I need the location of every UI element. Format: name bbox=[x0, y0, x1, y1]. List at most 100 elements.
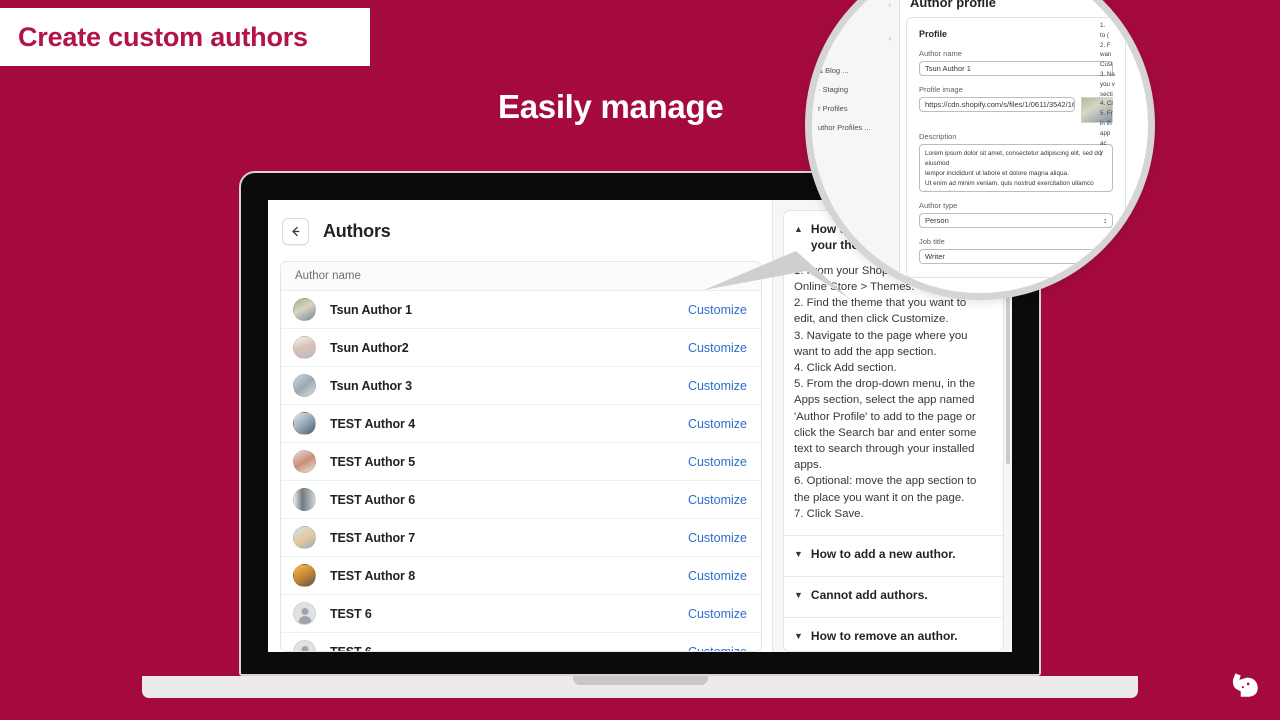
step-fragment: y bbox=[1100, 149, 1104, 157]
chevron-down-icon: ▼ bbox=[794, 548, 803, 559]
table-row[interactable]: Tsun Author2 Customize bbox=[281, 329, 761, 367]
table-row[interactable]: Tsun Author 3 Customize bbox=[281, 367, 761, 405]
table-row[interactable]: TEST Author 6 Customize bbox=[281, 481, 761, 519]
avatar bbox=[293, 412, 316, 435]
dog-head-logo bbox=[1232, 673, 1258, 697]
page-title: Authors bbox=[323, 221, 391, 241]
faq-step: 7. Click Save. bbox=[794, 507, 864, 520]
author-name: Tsun Author 1 bbox=[330, 302, 413, 317]
author-type-select[interactable]: Person ↕ bbox=[919, 213, 1113, 228]
faq-step: 5. From the drop-down menu, in the Apps … bbox=[794, 378, 977, 472]
author-name: TEST 6 bbox=[330, 606, 372, 621]
faq-heading[interactable]: ▼ Cannot add authors. bbox=[794, 588, 989, 604]
page-title: Create custom authors bbox=[18, 21, 308, 52]
table-column-header: Author name bbox=[281, 262, 761, 291]
faq-heading-label: How to add a new author. bbox=[810, 546, 956, 561]
magnified-steps-column: 1. to ( 2. F wan Cust 3. Na you v secti … bbox=[1100, 21, 1148, 191]
table-row[interactable]: TEST Author 7 Customize bbox=[281, 519, 761, 557]
promo-subheadline: Easily manage bbox=[498, 88, 724, 125]
customize-link[interactable]: Customize bbox=[688, 531, 747, 545]
chevron-down-icon: ▼ bbox=[794, 589, 803, 600]
customize-link[interactable]: Customize bbox=[688, 455, 747, 469]
sidebar-item[interactable]: › bbox=[812, 14, 899, 48]
customize-link[interactable]: Customize bbox=[688, 607, 747, 621]
avatar bbox=[293, 374, 316, 397]
author-type-value: Person bbox=[925, 216, 949, 225]
author-name: Tsun Author2 bbox=[330, 340, 409, 355]
step-fragment: secti bbox=[1100, 90, 1113, 98]
faq-heading[interactable]: ▼ How to remove an author. bbox=[794, 629, 989, 645]
author-name: TEST Author 6 bbox=[330, 492, 416, 507]
description-line: Ut enim ad minim veniam, quis nostrud ex… bbox=[925, 179, 1094, 191]
avatar bbox=[293, 640, 316, 651]
table-row[interactable]: Tsun Author 1 Customize bbox=[281, 291, 761, 329]
description-field-group: Description Lorem ipsum dolor sit amet, … bbox=[919, 132, 1113, 192]
step-fragment: wan bbox=[1100, 51, 1112, 59]
sidebar-item-label: r Profiles bbox=[818, 104, 848, 113]
author-type-label: Author type bbox=[919, 201, 958, 210]
laptop-base-notch bbox=[573, 676, 708, 685]
chevron-down-icon: ▼ bbox=[794, 630, 803, 641]
profile-card-title: Profile bbox=[919, 29, 948, 39]
customize-link[interactable]: Customize bbox=[688, 417, 747, 431]
step-fragment: 1. bbox=[1100, 22, 1106, 29]
sidebar-item-label: uthor Profiles ... bbox=[818, 123, 871, 132]
faq-section-add-new-author[interactable]: ▼ How to add a new author. bbox=[784, 536, 1003, 577]
faq-heading[interactable]: ▼ How to add a new author. bbox=[794, 547, 989, 563]
job-title-input[interactable]: Writer bbox=[919, 249, 1113, 264]
author-name-input[interactable]: Tsun Author 1 bbox=[919, 61, 1113, 76]
faq-section-cannot-add-authors[interactable]: ▼ Cannot add authors. bbox=[784, 577, 1003, 618]
step-fragment: you v bbox=[1100, 80, 1115, 88]
step-fragment: 5. Fr bbox=[1100, 110, 1113, 118]
table-row[interactable]: TEST 6 Customize bbox=[281, 633, 761, 652]
promo-title-box: Create custom authors bbox=[0, 8, 370, 66]
step-fragment: 4. Cl bbox=[1100, 100, 1113, 108]
arrow-left-icon[interactable] bbox=[282, 218, 309, 245]
step-fragment: ac bbox=[1100, 139, 1107, 147]
magnifier-callout: ...ws Stg › › & Blog ... · Staging r Pro… bbox=[805, 0, 1155, 300]
table-row[interactable]: TEST 6 Customize bbox=[281, 595, 761, 633]
table-row[interactable]: TEST Author 5 Customize bbox=[281, 443, 761, 481]
customize-link[interactable]: Customize bbox=[688, 493, 747, 507]
sidebar-item[interactable]: › bbox=[812, 0, 899, 14]
sidebar-item[interactable]: & Blog ... bbox=[812, 48, 899, 80]
faq-step: 6. Optional: move the app section to the… bbox=[794, 475, 977, 504]
faq-heading-label: How to remove an author. bbox=[810, 628, 958, 643]
step-fragment: in th bbox=[1100, 119, 1112, 127]
sidebar-item[interactable]: · Staging bbox=[812, 80, 899, 99]
profile-card: Profile Author name Tsun Author 1 Profil… bbox=[906, 17, 1126, 278]
sidebar-item[interactable]: uthor Profiles ... bbox=[812, 118, 899, 137]
author-name: TEST Author 7 bbox=[330, 530, 416, 545]
author-name: TEST Author 8 bbox=[330, 568, 416, 583]
step-fragment: 3. Na bbox=[1100, 70, 1115, 78]
table-row[interactable]: TEST Author 4 Customize bbox=[281, 405, 761, 443]
author-name: Tsun Author 3 bbox=[330, 378, 413, 393]
step-fragment: 2. F bbox=[1100, 41, 1111, 49]
customize-link[interactable]: Customize bbox=[688, 569, 747, 583]
avatar bbox=[293, 336, 316, 359]
faq-section-remove-author[interactable]: ▼ How to remove an author. bbox=[784, 618, 1003, 651]
chevron-right-icon: › bbox=[888, 34, 892, 43]
faq-heading-label: Cannot add authors. bbox=[810, 587, 928, 602]
profile-image-label: Profile image bbox=[919, 85, 963, 94]
job-title-field-group: Job title Writer bbox=[919, 237, 1113, 264]
profile-image-url-input[interactable]: https://cdn.shopify.com/s/files/1/0611/3… bbox=[919, 97, 1075, 112]
author-name: TEST Author 4 bbox=[330, 416, 416, 431]
table-row[interactable]: TEST Author 8 Customize bbox=[281, 557, 761, 595]
description-line: Lorem ipsum dolor sit amet, consectetur … bbox=[925, 150, 1102, 167]
step-fragment: to ( bbox=[1100, 31, 1109, 39]
description-label: Description bbox=[919, 132, 957, 141]
magnified-page-title: Author profile bbox=[910, 0, 996, 10]
magnified-admin-ui: ...ws Stg › › & Blog ... · Staging r Pro… bbox=[812, 0, 1148, 293]
author-type-field-group: Author type Person ↕ bbox=[919, 201, 1113, 228]
avatar bbox=[293, 564, 316, 587]
avatar bbox=[293, 488, 316, 511]
scrollbar-thumb[interactable] bbox=[1006, 274, 1010, 464]
avatar bbox=[293, 602, 316, 625]
sidebar-item-label: & Blog ... bbox=[818, 66, 849, 75]
sidebar-item-label: · Staging bbox=[818, 85, 849, 94]
description-textarea[interactable]: Lorem ipsum dolor sit amet, consectetur … bbox=[919, 144, 1113, 192]
sidebar-item[interactable]: r Profiles bbox=[812, 99, 899, 118]
customize-link[interactable]: Customize bbox=[688, 645, 747, 652]
author-name-label: Author name bbox=[919, 49, 962, 58]
